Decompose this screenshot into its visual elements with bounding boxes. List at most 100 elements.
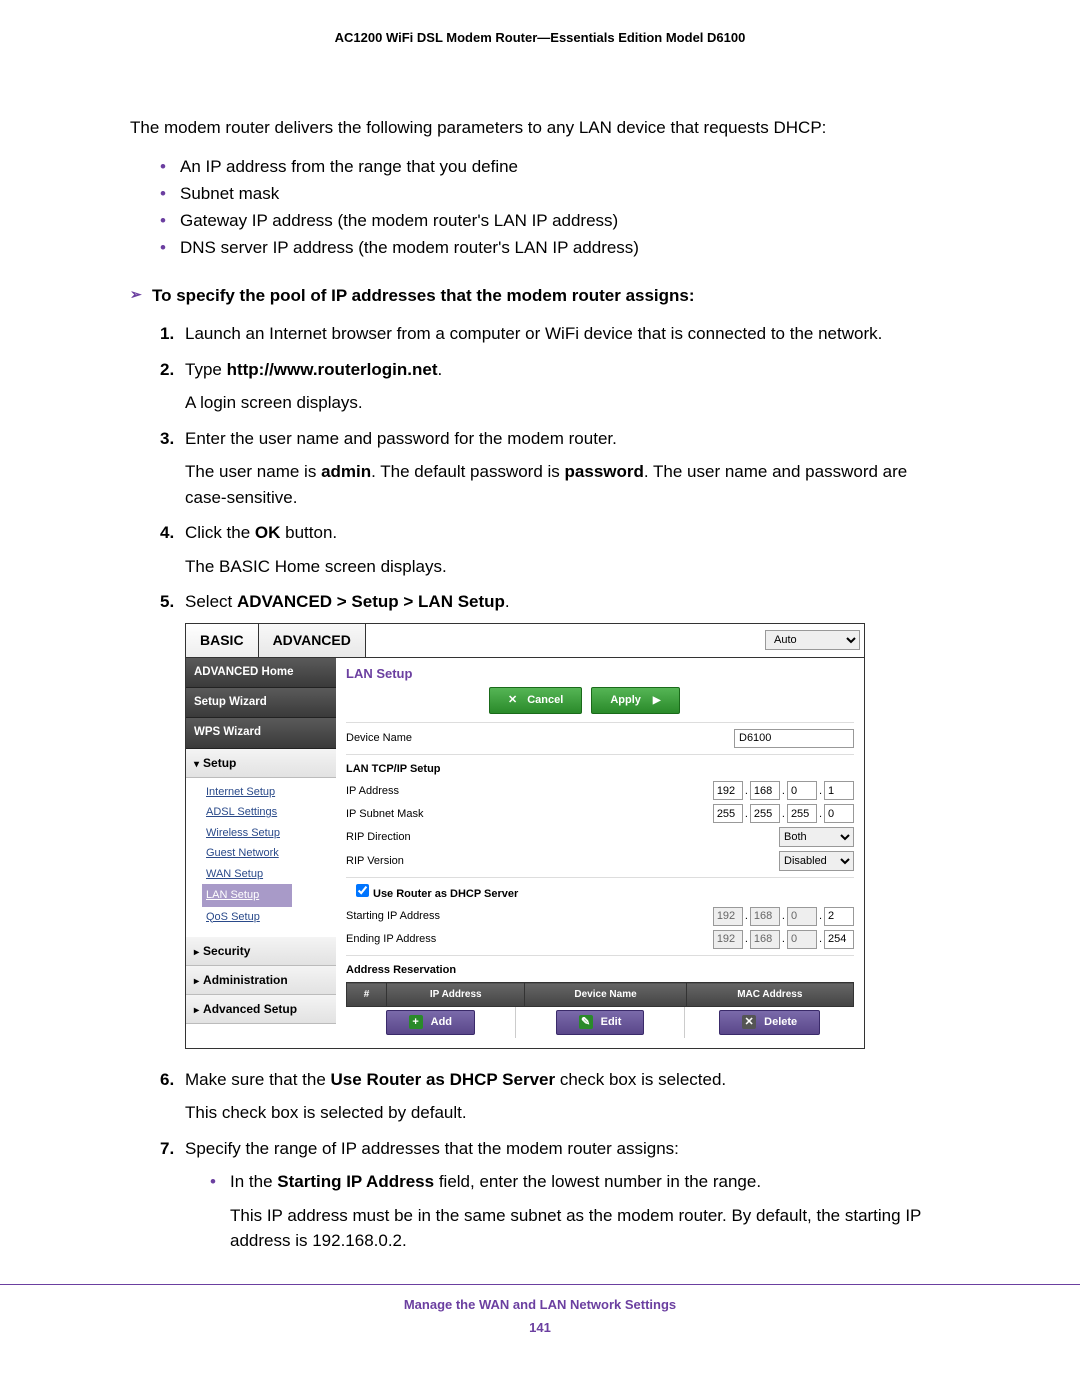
text: button.	[280, 523, 337, 542]
step-text: Specify the range of IP addresses that t…	[185, 1139, 679, 1158]
sidebar-adsl-settings[interactable]: ADSL Settings	[206, 802, 336, 823]
cancel-button[interactable]: ✕Cancel	[489, 687, 582, 714]
sidebar-setup-group[interactable]: Setup	[186, 749, 336, 778]
sidebar: ADVANCED Home Setup Wizard WPS Wizard Se…	[186, 658, 336, 1048]
footer-page-number: 141	[0, 1320, 1080, 1335]
tab-advanced[interactable]: ADVANCED	[259, 624, 366, 657]
step-6: Make sure that the Use Router as DHCP Se…	[160, 1067, 950, 1126]
text: In the	[230, 1172, 277, 1191]
add-button[interactable]: +Add	[386, 1010, 475, 1035]
lan-tcpip-heading: LAN TCP/IP Setup	[346, 761, 606, 778]
sidebar-security[interactable]: Security	[186, 937, 336, 966]
bold: Use Router as DHCP Server	[331, 1070, 556, 1089]
sidebar-wps-wizard[interactable]: WPS Wizard	[186, 718, 336, 748]
ip-oct-1[interactable]	[713, 781, 743, 800]
step-sub: The user name is admin. The default pass…	[185, 459, 950, 510]
tab-basic[interactable]: BASIC	[186, 624, 259, 657]
rip-version-label: RIP Version	[346, 853, 606, 870]
ip-oct-2[interactable]	[750, 781, 780, 800]
panel-title: LAN Setup	[346, 664, 854, 684]
subnet-oct-3[interactable]	[787, 804, 817, 823]
rip-version-select[interactable]: Disabled	[779, 851, 854, 871]
subnet-label: IP Subnet Mask	[346, 806, 606, 823]
end-ip-oct-2	[750, 930, 780, 949]
text: Make sure that the	[185, 1070, 331, 1089]
subnet-field: ...	[606, 804, 854, 823]
use-dhcp-label: Use Router as DHCP Server	[373, 888, 518, 900]
divider	[346, 877, 854, 878]
procedure-heading: To specify the pool of IP addresses that…	[130, 286, 950, 306]
rip-direction-select[interactable]: Both	[779, 827, 854, 847]
reservation-table: # IP Address Device Name MAC Address	[346, 982, 854, 1007]
divider	[346, 754, 854, 755]
main-panel: LAN Setup ✕Cancel Apply▶ Device Name LAN…	[336, 658, 864, 1048]
intro-paragraph: The modem router delivers the following …	[130, 115, 950, 141]
device-name-label: Device Name	[346, 730, 606, 747]
list-item: In the Starting IP Address field, enter …	[210, 1169, 950, 1254]
step-text: Type	[185, 360, 227, 379]
delete-button[interactable]: ✕ Delete	[719, 1010, 820, 1035]
sidebar-wireless-setup[interactable]: Wireless Setup	[206, 823, 336, 844]
subnet-oct-2[interactable]	[750, 804, 780, 823]
label: Delete	[764, 1016, 797, 1028]
sidebar-administration[interactable]: Administration	[186, 966, 336, 995]
label: Cancel	[527, 694, 563, 706]
ip-address-field: ...	[606, 781, 854, 800]
step-7-sublist: In the Starting IP Address field, enter …	[185, 1169, 950, 1254]
sidebar-qos-setup[interactable]: QoS Setup	[206, 907, 336, 928]
start-ip-oct-1	[713, 907, 743, 926]
step-5: Select ADVANCED > Setup > LAN Setup. BAS…	[160, 589, 950, 1049]
text: The user name is	[185, 462, 321, 481]
end-ip-oct-4[interactable]	[824, 930, 854, 949]
start-ip-field: ...	[606, 907, 854, 926]
sidebar-guest-network[interactable]: Guest Network	[206, 843, 336, 864]
apply-button[interactable]: Apply ▶	[591, 687, 679, 714]
subnet-oct-4[interactable]	[824, 804, 854, 823]
sidebar-wan-setup[interactable]: WAN Setup	[206, 864, 336, 885]
text: . The default password is	[371, 462, 564, 481]
text: .	[505, 592, 510, 611]
page-content: The modem router delivers the following …	[0, 115, 1080, 1254]
th-ip: IP Address	[387, 983, 525, 1007]
ip-oct-4[interactable]	[824, 781, 854, 800]
list-item: Subnet mask	[160, 180, 950, 207]
subnet-oct-1[interactable]	[713, 804, 743, 823]
sub-paragraph: This IP address must be in the same subn…	[230, 1203, 950, 1254]
bold: password	[565, 462, 644, 481]
sidebar-setup-wizard[interactable]: Setup Wizard	[186, 688, 336, 718]
sidebar-lan-setup[interactable]: LAN Setup	[202, 884, 292, 907]
end-ip-label: Ending IP Address	[346, 931, 606, 948]
sidebar-adv-home[interactable]: ADVANCED Home	[186, 658, 336, 688]
th-mac: MAC Address	[686, 983, 853, 1007]
edit-button[interactable]: ✎Edit	[556, 1010, 645, 1035]
step-text: .	[438, 360, 443, 379]
end-ip-oct-1	[713, 930, 743, 949]
list-item: An IP address from the range that you de…	[160, 153, 950, 180]
list-item: DNS server IP address (the modem router'…	[160, 234, 950, 261]
step-sub: This check box is selected by default.	[185, 1100, 950, 1126]
text: check box is selected.	[555, 1070, 726, 1089]
use-dhcp-checkbox[interactable]	[356, 884, 369, 897]
page-footer: Manage the WAN and LAN Network Settings …	[0, 1284, 1080, 1335]
bold: OK	[255, 523, 281, 542]
arrow-icon: ▶	[653, 695, 661, 706]
step-text: Launch an Internet browser from a comput…	[185, 324, 882, 343]
step-sub: The BASIC Home screen displays.	[185, 554, 950, 580]
spacer	[366, 624, 761, 657]
dhcp-params-list: An IP address from the range that you de…	[130, 153, 950, 262]
auto-select[interactable]: Auto	[765, 630, 860, 650]
sidebar-advanced-setup[interactable]: Advanced Setup	[186, 995, 336, 1024]
label: Add	[431, 1016, 452, 1028]
step-1: Launch an Internet browser from a comput…	[160, 321, 950, 347]
close-icon: ✕	[742, 1015, 756, 1029]
label: Apply	[610, 694, 641, 706]
ip-address-label: IP Address	[346, 783, 606, 800]
url-bold: http://www.routerlogin.net	[227, 360, 438, 379]
sidebar-internet-setup[interactable]: Internet Setup	[206, 782, 336, 803]
ip-oct-3[interactable]	[787, 781, 817, 800]
step-4: Click the OK button. The BASIC Home scre…	[160, 520, 950, 579]
footer-title: Manage the WAN and LAN Network Settings	[0, 1297, 1080, 1312]
start-ip-oct-4[interactable]	[824, 907, 854, 926]
step-7: Specify the range of IP addresses that t…	[160, 1136, 950, 1254]
device-name-input[interactable]	[734, 729, 854, 748]
